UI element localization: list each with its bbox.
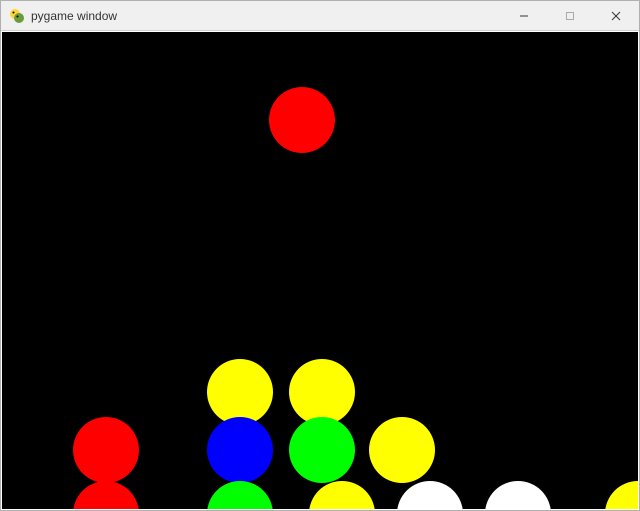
ball	[289, 359, 355, 425]
titlebar[interactable]: pygame window	[1, 1, 639, 31]
window-title: pygame window	[31, 9, 117, 23]
ball	[289, 417, 355, 483]
ball	[207, 417, 273, 483]
ball	[605, 481, 638, 509]
ball	[207, 359, 273, 425]
titlebar-left: pygame window	[9, 8, 117, 24]
ball	[397, 481, 463, 509]
ball	[73, 417, 139, 483]
maximize-button[interactable]	[547, 1, 593, 31]
window-frame: pygame window	[0, 0, 640, 511]
ball	[369, 417, 435, 483]
ball	[309, 481, 375, 509]
pygame-snake-icon	[9, 8, 25, 24]
close-button[interactable]	[593, 1, 639, 31]
ball	[73, 481, 139, 509]
game-canvas[interactable]	[2, 32, 638, 509]
ball	[485, 481, 551, 509]
ball	[269, 87, 335, 153]
minimize-button[interactable]	[501, 1, 547, 31]
ball	[207, 481, 273, 509]
window-controls	[501, 1, 639, 30]
